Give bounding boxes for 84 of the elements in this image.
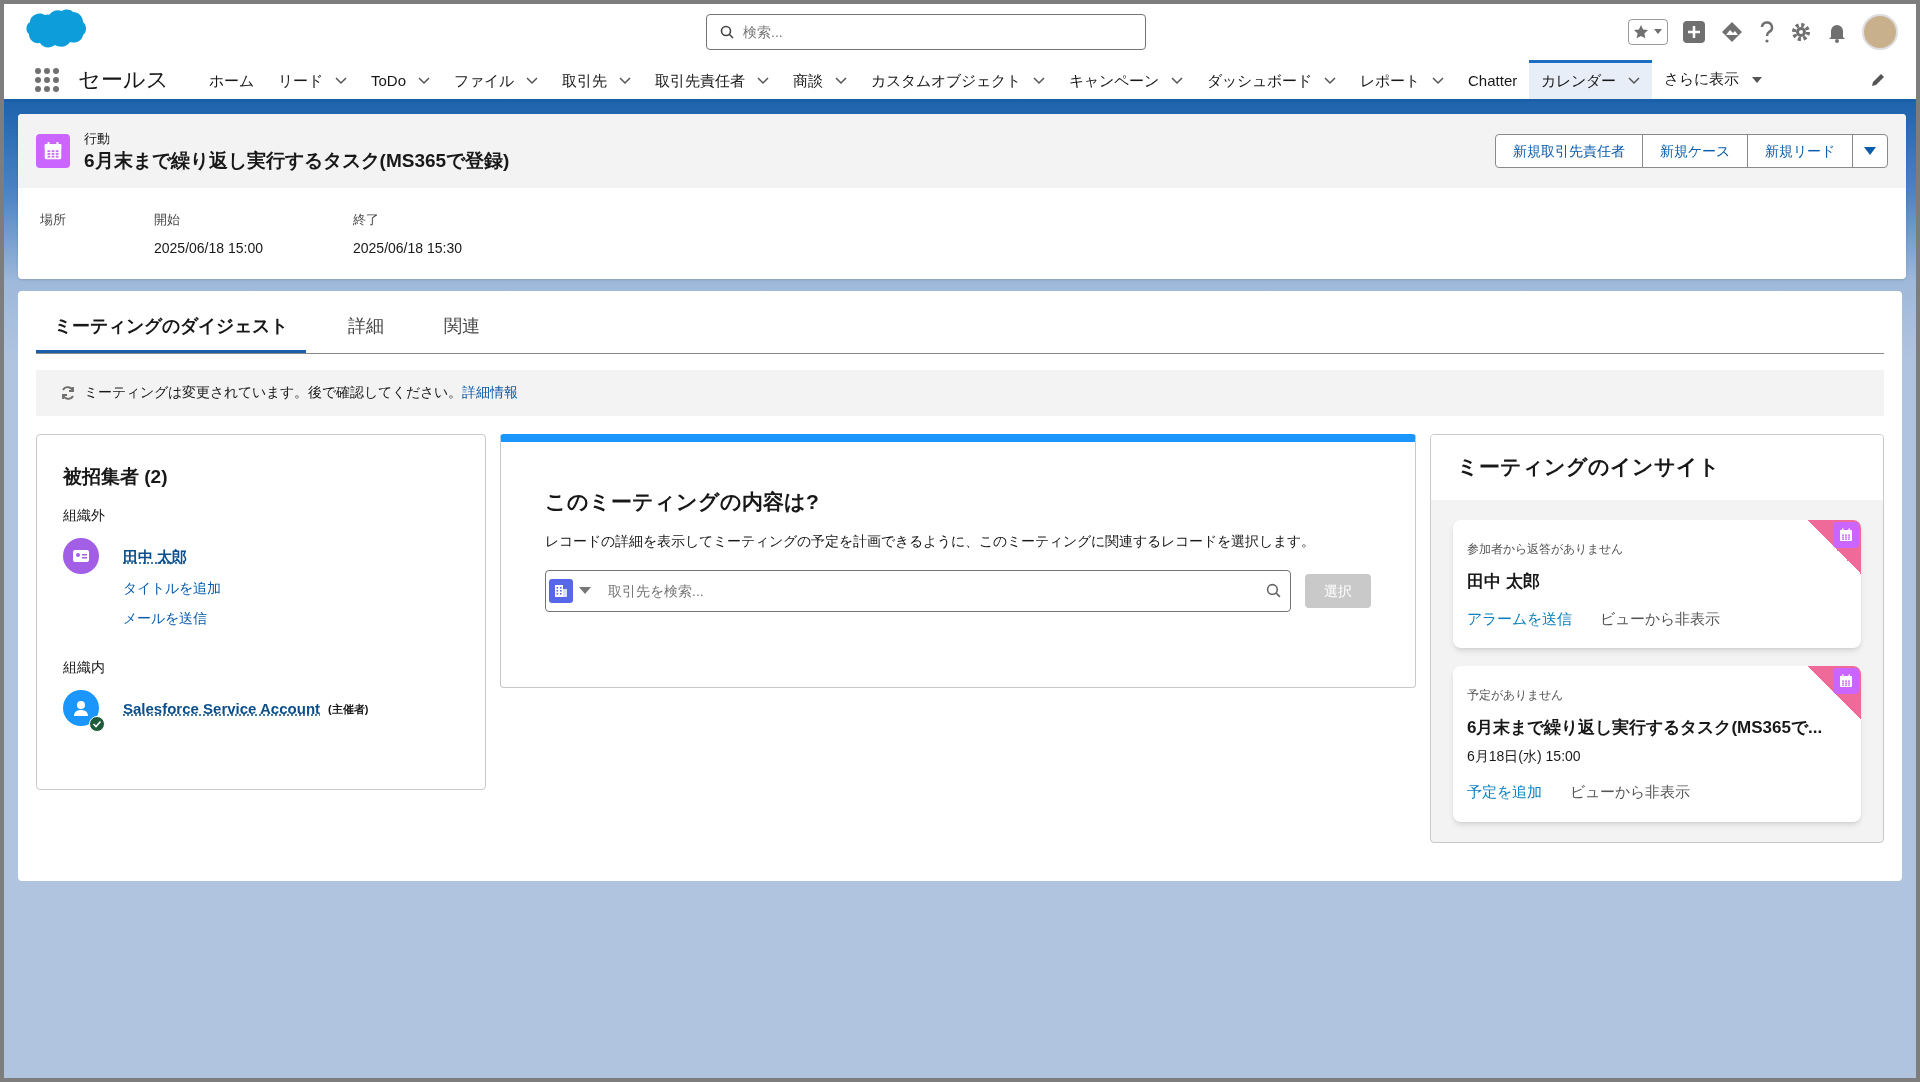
insight-action-link[interactable]: 予定を追加 xyxy=(1467,781,1542,804)
nav-tab[interactable]: 商談 xyxy=(781,60,860,99)
record-search-field[interactable]: 取引先を検索... xyxy=(545,570,1291,612)
calendar-icon xyxy=(1838,526,1854,543)
nav-tab[interactable]: リード xyxy=(266,60,359,99)
person-link[interactable]: 田中 太郎 xyxy=(123,546,188,569)
person-action-link[interactable]: タイトルを追加 xyxy=(123,577,221,599)
favorites-button[interactable] xyxy=(1628,19,1668,45)
chevron-down-icon xyxy=(1324,77,1337,85)
chevron-down-icon xyxy=(1033,77,1046,85)
chevron-down-icon xyxy=(526,77,539,85)
field-value: 2025/06/18 15:00 xyxy=(154,238,264,258)
insight-title: 田中 太郎 xyxy=(1467,570,1541,593)
insight-status: 参加者から返答がありません xyxy=(1467,540,1624,558)
calendar-icon xyxy=(42,140,64,162)
action-button[interactable]: 新規取引先責任者 xyxy=(1496,135,1643,167)
nav-tab[interactable]: カスタムオブジェクト xyxy=(859,60,1058,99)
app-launcher-icon[interactable] xyxy=(34,66,60,93)
content-tab[interactable]: 関連 xyxy=(426,302,498,353)
chevron-down-icon xyxy=(1432,77,1445,85)
object-type-label: 行動 xyxy=(84,130,111,149)
insight-status: 予定がありません xyxy=(1467,687,1564,704)
chevron-down-icon xyxy=(1171,77,1184,85)
person-action-link[interactable]: メールを送信 xyxy=(123,607,221,629)
caret-icon xyxy=(1751,75,1764,84)
building-icon xyxy=(554,584,568,598)
hide-from-view-link[interactable]: ビューから非表示 xyxy=(1570,781,1690,804)
insights-title: ミーティングのインサイト xyxy=(1457,454,1720,481)
group-label: 組織外 xyxy=(63,506,106,525)
check-badge-icon xyxy=(89,715,105,732)
action-button[interactable]: 新規ケース xyxy=(1643,135,1748,167)
notice-text: ミーティングは変更されています。後で確認してください。 xyxy=(84,383,462,402)
contact-card-icon xyxy=(72,549,90,563)
organizer-role: (主催者) xyxy=(328,701,369,717)
nav-tab[interactable]: ホーム xyxy=(197,60,266,99)
content-tab[interactable]: 詳細 xyxy=(330,302,402,353)
group-label: 組織内 xyxy=(63,657,106,677)
chevron-down-icon xyxy=(1628,77,1641,85)
caret-icon xyxy=(579,587,591,595)
caret-icon xyxy=(1653,28,1663,36)
caret-icon xyxy=(1864,147,1876,155)
related-title: このミーティングの内容は? xyxy=(545,488,820,515)
nav-tab[interactable]: ファイル xyxy=(442,60,551,99)
search-icon xyxy=(1266,583,1281,598)
nav-tab[interactable]: レポート xyxy=(1348,60,1457,99)
action-button[interactable]: 新規リード xyxy=(1748,135,1853,167)
field-value: 2025/06/18 15:30 xyxy=(353,238,463,258)
plus-icon[interactable] xyxy=(1682,20,1706,44)
nav-tab[interactable]: キャンペーン xyxy=(1057,60,1196,99)
chevron-down-icon xyxy=(757,77,770,85)
field-label: 開始 xyxy=(154,211,181,229)
details-link[interactable]: 詳細情報 xyxy=(462,382,518,403)
person-link[interactable]: Salesforce Service Account xyxy=(123,697,321,720)
invitees-title: 被招集者 (2) xyxy=(63,464,169,489)
edit-pencil-icon[interactable] xyxy=(1870,71,1886,88)
refresh-icon xyxy=(60,384,76,401)
chevron-down-icon xyxy=(835,77,848,85)
nav-tab[interactable]: Chatter xyxy=(1456,60,1530,99)
insight-action-link[interactable]: アラームを送信 xyxy=(1467,607,1572,630)
chevron-down-icon xyxy=(335,77,347,85)
more-menu[interactable]: さらに表示 xyxy=(1652,60,1776,99)
star-icon xyxy=(1633,24,1649,40)
nav-tab[interactable]: カレンダー xyxy=(1529,60,1653,99)
insight-date: 6月18日(水) 15:00 xyxy=(1467,747,1582,766)
chevron-down-icon xyxy=(619,77,632,85)
field-label: 場所 xyxy=(40,211,67,229)
hide-from-view-link[interactable]: ビューから非表示 xyxy=(1600,607,1720,630)
settings-icon[interactable] xyxy=(1790,21,1812,43)
search-icon xyxy=(720,25,734,39)
chevron-down-icon xyxy=(418,77,431,85)
calendar-icon xyxy=(1838,673,1854,689)
nav-tab[interactable]: ダッシュボード xyxy=(1195,60,1349,99)
app-name: セールス xyxy=(78,66,169,94)
nav-tab[interactable]: 取引先責任者 xyxy=(643,60,782,99)
search-field[interactable]: 検索... xyxy=(706,14,1146,50)
insight-title: 6月末まで繰り返し実行するタスク(MS365で... xyxy=(1467,717,1824,739)
nav-tab[interactable]: 取引先 xyxy=(550,60,644,99)
nav-tab[interactable]: ToDo xyxy=(359,60,443,99)
object-type-picker[interactable] xyxy=(549,579,591,603)
help-icon[interactable] xyxy=(1758,20,1776,44)
record-title: 6月末まで繰り返し実行するタスク(MS365で登録) xyxy=(84,148,510,173)
content-tab[interactable]: ミーティングのダイジェスト xyxy=(36,302,306,353)
field-label: 終了 xyxy=(353,211,380,229)
related-description: レコードの詳細を表示してミーティングの予定を計画できるように、このミーティングに関連するレコードを選択します。 xyxy=(545,532,1316,551)
